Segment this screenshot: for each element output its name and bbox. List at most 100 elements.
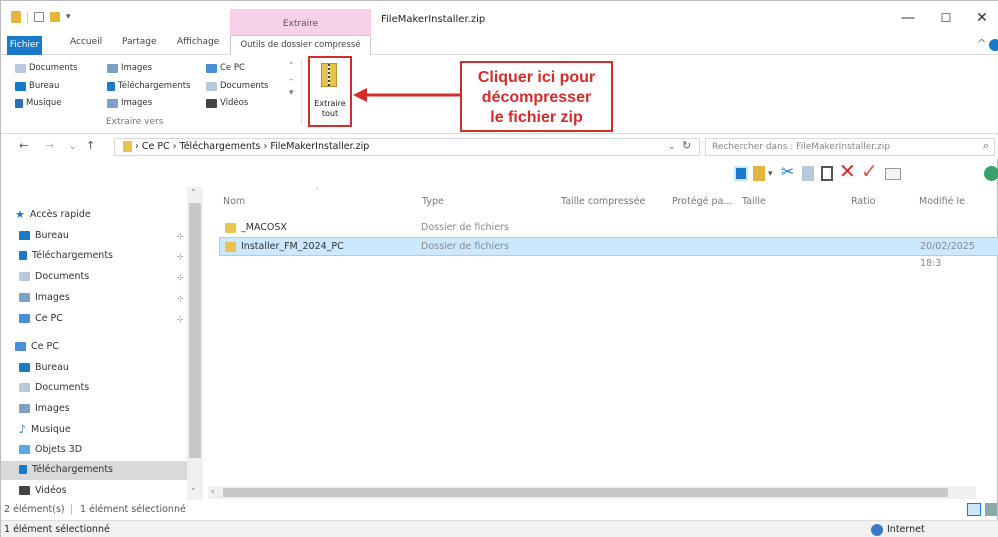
ribbon-label: Téléchargements	[118, 81, 191, 91]
ribbon-dest-images-2[interactable]: Images	[107, 98, 152, 108]
qat-dropdown-icon[interactable]: ▾	[66, 12, 71, 22]
tab-share[interactable]: Partage	[122, 37, 157, 47]
cube-icon	[19, 445, 30, 454]
refresh-icon[interactable]: ↻	[682, 139, 691, 152]
delete-icon[interactable]: ✕	[839, 159, 856, 183]
tab-file[interactable]: Fichier	[7, 36, 42, 55]
quick-access-toolbar: ▾	[11, 11, 71, 23]
documents-icon	[15, 63, 26, 73]
nav-pc-bureau[interactable]: Bureau	[19, 362, 69, 373]
forward-arrow-icon[interactable]: →	[45, 139, 54, 152]
tab-view[interactable]: Affichage	[177, 37, 219, 47]
column-header-name[interactable]: Nom	[223, 196, 245, 207]
tab-compressed-tools[interactable]: Outils de dossier compressé	[230, 35, 371, 56]
file-row-selected[interactable]: Installer_FM_2024_PC Dossier de fichiers…	[219, 237, 998, 269]
help-icon[interactable]	[989, 39, 998, 51]
details-view-icon[interactable]	[967, 503, 981, 516]
ribbon-dest-documents-2[interactable]: Documents	[206, 81, 268, 91]
column-header-size[interactable]: Taille	[742, 196, 766, 207]
scroll-down-icon[interactable]: ˅	[191, 488, 196, 498]
nav-pc-music[interactable]: ♪ Musique	[19, 423, 71, 436]
ribbon-collapse-icon[interactable]: ^	[977, 37, 986, 50]
ribbon-dest-musique[interactable]: Musique	[15, 98, 62, 108]
address-dropdown-icon[interactable]: ⌄	[668, 142, 676, 152]
address-path[interactable]: › Ce PC › Téléchargements › FileMakerIns…	[114, 138, 700, 156]
column-header-modified[interactable]: Modifié le	[919, 196, 965, 207]
nav-pc-3d[interactable]: Objets 3D	[19, 444, 82, 455]
dropdown-icon[interactable]: ▾	[768, 169, 773, 179]
pin-icon: ⊹	[177, 232, 184, 241]
pin-icon: ⊹	[177, 252, 184, 261]
file-modified: 20/02/2025 18:3	[920, 241, 975, 269]
nav-scrollbar-thumb[interactable]	[189, 203, 201, 458]
column-header-compressed[interactable]: Taille compressée	[561, 196, 645, 207]
file-name: _MACOSX	[241, 222, 287, 233]
ribbon-label: Vidéos	[220, 98, 249, 108]
properties-icon[interactable]	[34, 12, 44, 22]
status-zone: Internet	[887, 524, 925, 535]
column-header-ratio[interactable]: Ratio	[851, 196, 875, 207]
images-icon	[19, 293, 30, 302]
ribbon-dest-downloads[interactable]: Téléchargements	[107, 81, 190, 91]
nav-label: Documents	[35, 271, 90, 282]
documents-icon	[19, 383, 30, 392]
maximize-button[interactable]: ☐	[931, 5, 961, 31]
status-count: 2 élément(s)	[4, 504, 65, 515]
nav-quick-images[interactable]: Images	[19, 292, 70, 303]
ribbon-label: Ce PC	[220, 63, 245, 73]
back-arrow-icon[interactable]: ←	[19, 139, 28, 152]
ribbon-dest-images[interactable]: Images	[107, 63, 152, 73]
nav-pc-downloads[interactable]: Téléchargements	[19, 464, 113, 475]
title-bar	[1, 1, 998, 36]
up-arrow-icon[interactable]: ↑	[86, 139, 95, 152]
column-header-protected[interactable]: Protégé pa...	[672, 196, 732, 207]
folder-options-icon[interactable]	[753, 166, 765, 181]
desktop-icon	[15, 81, 26, 91]
recent-dropdown-icon[interactable]: ⌄	[69, 142, 77, 152]
ribbon-label: Documents	[220, 81, 269, 91]
nav-quick-documents[interactable]: Documents	[19, 271, 89, 282]
nav-quick-downloads[interactable]: Téléchargements	[19, 250, 113, 261]
paste-icon[interactable]	[821, 166, 833, 181]
ribbon-dest-videos[interactable]: Vidéos	[206, 98, 248, 108]
rename-icon[interactable]	[885, 168, 901, 180]
ribbon-label: Images	[121, 98, 153, 108]
nav-quick-thispc[interactable]: Ce PC	[19, 313, 63, 324]
tiles-view-icon[interactable]	[985, 503, 997, 516]
scroll-left-icon[interactable]: ‹	[211, 487, 215, 497]
file-row[interactable]: _MACOSX Dossier de fichiers	[219, 218, 998, 237]
nav-label: Accès rapide	[29, 209, 91, 220]
copy-icon[interactable]	[802, 166, 814, 181]
close-button[interactable]: ✕	[967, 5, 997, 31]
minimize-button[interactable]: —	[893, 5, 923, 31]
gallery-scroll[interactable]: ˄ – ▾	[289, 61, 294, 100]
nav-pc-videos[interactable]: Vidéos	[19, 485, 67, 496]
nav-label: Téléchargements	[32, 464, 113, 475]
check-icon[interactable]: ✓	[861, 159, 878, 183]
scroll-up-icon[interactable]: ˄	[191, 189, 196, 199]
ribbon-dest-thispc[interactable]: Ce PC	[206, 63, 245, 73]
globe-icon[interactable]	[984, 166, 998, 181]
ribbon-dest-documents[interactable]: Documents	[15, 63, 77, 73]
documents-icon	[19, 272, 30, 281]
videos-icon	[206, 98, 217, 108]
file-list-hscroll-thumb[interactable]	[223, 488, 948, 497]
nav-quick-access[interactable]: ★ Accès rapide	[15, 208, 91, 221]
cut-icon[interactable]: ✂	[781, 162, 794, 181]
nav-pc-documents[interactable]: Documents	[19, 382, 89, 393]
nav-label: Documents	[35, 382, 90, 393]
new-folder-icon[interactable]	[50, 12, 60, 22]
search-input[interactable]: Rechercher dans : FileMakerInstaller.zip	[705, 138, 995, 156]
nav-label: Bureau	[35, 230, 69, 241]
search-icon[interactable]: ⌕	[983, 139, 989, 153]
nav-pc-images[interactable]: Images	[19, 403, 70, 414]
nav-quick-bureau[interactable]: Bureau	[19, 230, 69, 241]
nav-thispc[interactable]: Ce PC	[15, 341, 59, 352]
ribbon-dest-bureau[interactable]: Bureau	[15, 81, 59, 91]
column-header-type[interactable]: Type	[422, 196, 444, 207]
tab-home[interactable]: Accueil	[70, 37, 102, 47]
file-name: Installer_FM_2024_PC	[241, 241, 344, 252]
view-pane-icon[interactable]	[734, 166, 748, 181]
window-title: FileMakerInstaller.zip	[381, 14, 486, 25]
file-type: Dossier de fichiers	[421, 241, 509, 252]
